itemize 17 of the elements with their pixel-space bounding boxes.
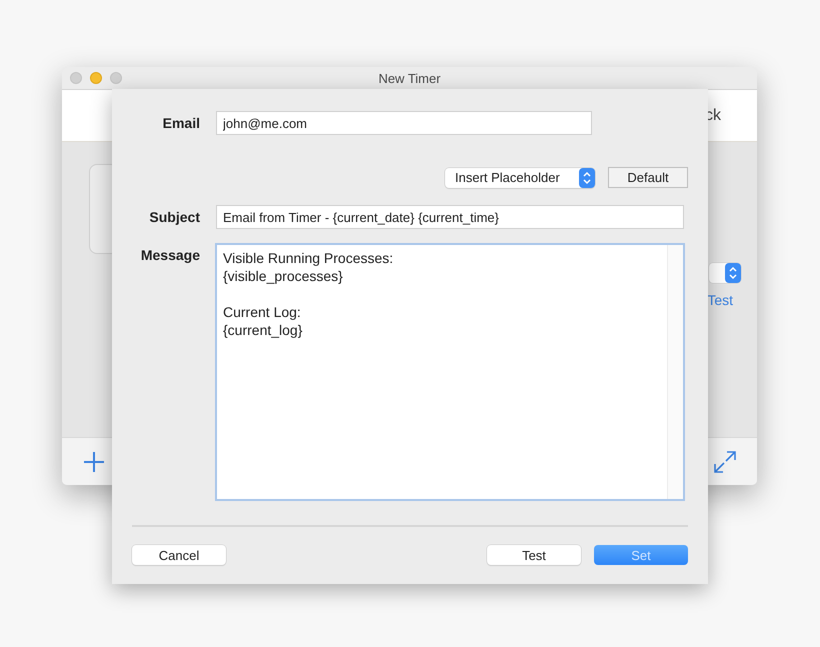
window-title: New Timer: [377, 70, 442, 86]
minimize-icon[interactable]: [90, 72, 102, 84]
popup-button[interactable]: [709, 263, 741, 283]
field-label: Email: [162, 115, 200, 131]
email-field[interactable]: john@me.com: [216, 111, 592, 135]
stepper-icon: [725, 263, 741, 283]
default-button[interactable]: Default: [608, 167, 688, 188]
stepper-icon: [579, 168, 595, 188]
field-label: Message: [140, 247, 200, 263]
dialog-button[interactable]: Cancel: [132, 545, 226, 565]
expand-icon[interactable]: [713, 450, 737, 474]
placeholder-popup[interactable]: Insert Placeholder: [445, 168, 595, 188]
subject-field[interactable]: Email from Timer - {current_date} {current_time}: [216, 205, 684, 229]
plus-icon[interactable]: [82, 450, 106, 474]
message-field[interactable]: Visible Running Processes: {visible_processes} Current Log: {current_log}: [215, 243, 685, 501]
field-label: Subject: [148, 209, 200, 225]
dialog-button[interactable]: Test: [487, 545, 581, 565]
